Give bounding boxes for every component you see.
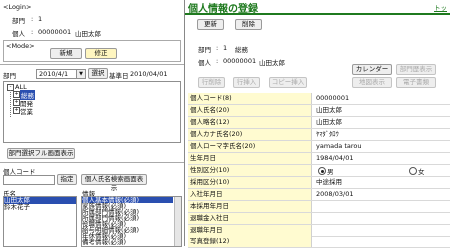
tree-expand-icon[interactable]: + [13, 99, 20, 106]
gender-female-label: 女 [418, 168, 425, 176]
list-item[interactable]: 鈴木花子 [4, 204, 30, 211]
tree-line [10, 90, 12, 117]
update-button[interactable]: 更新 [197, 19, 224, 30]
divider [0, 162, 184, 163]
e-doc-button[interactable]: 電子書類 [396, 77, 436, 88]
field-label: 生年月日 [188, 153, 312, 164]
field-value[interactable]: yamada tarou [316, 141, 361, 152]
base-date-label: 基準日 [109, 72, 129, 80]
field-label: 本採用年月日 [188, 201, 312, 212]
mode-title: <Mode> [6, 42, 35, 50]
mode-box: <Mode> 新規 修正 [3, 40, 181, 62]
field-label: 個人ローマ字氏名(20) [188, 141, 312, 152]
base-date-value: 2010/04/01 [130, 70, 168, 78]
left-panel: <Login> 部門 : 1 個人 : 00000001 山田太郎 <Mode>… [0, 0, 185, 247]
calendar-button[interactable]: カレンダー [352, 64, 392, 75]
select-button[interactable]: 選択 [88, 68, 108, 79]
top-link[interactable]: トッ [434, 2, 447, 12]
field-label: 退職金入社日 [188, 213, 312, 224]
table-row: 生年月日 1984/04/01 [188, 153, 450, 165]
edit-button[interactable]: 修正 [85, 48, 117, 59]
dept-colon: : [216, 44, 219, 52]
login-person-name: 山田太郎 [75, 30, 101, 38]
table-row: 個人コード(8) 00000001 [188, 93, 450, 105]
radio-female[interactable] [409, 167, 417, 175]
field-label: 写真登録(12) [188, 236, 312, 247]
table-row: 個人カナ氏名(20) ﾔﾏﾀﾞﾀﾛｳ [188, 129, 450, 141]
login-title: <Login> [3, 3, 32, 11]
dept-value: 1 [223, 44, 228, 52]
field-label: 個人氏名(20) [188, 105, 312, 116]
table-row: 退職金入社日 [188, 213, 450, 225]
table-row: 個人ローマ字氏名(20) yamada tarou [188, 141, 450, 153]
dept-full-screen-button[interactable]: 部門選択フル画面表示 [7, 148, 75, 159]
row-insert-button[interactable]: 行挿入 [233, 77, 260, 88]
field-label: 採用区分(10) [188, 177, 312, 188]
field-value[interactable]: 中途採用 [316, 177, 342, 188]
radio-male[interactable] [318, 167, 326, 175]
dept-name: 総務 [235, 46, 248, 54]
dept-label: 部門 [3, 72, 16, 80]
field-label: 性別区分(10) [188, 165, 312, 176]
name-list[interactable]: 山田太郎 鈴木花子 [3, 196, 77, 247]
table-row: 個人略名(12) 山田太郎 [188, 117, 450, 129]
field-value[interactable]: 山田太郎 [316, 105, 342, 116]
divider [0, 64, 184, 65]
copy-insert-button[interactable]: コピー挿入 [269, 77, 307, 88]
field-label: 個人略名(12) [188, 117, 312, 128]
name-search-button[interactable]: 個人氏名検索画面表示 [81, 174, 147, 192]
field-label: 退職年月日 [188, 225, 312, 236]
login-person-colon: : [31, 28, 34, 36]
dept-history-button[interactable]: 部門歴表示 [396, 64, 436, 75]
field-value[interactable]: 2008/03/01 [316, 189, 353, 200]
new-button[interactable]: 新規 [50, 48, 82, 59]
date-dropdown-icon[interactable]: ▼ [76, 69, 86, 79]
title-underline [185, 13, 450, 15]
table-row: 入社年月日 2008/03/01 [188, 189, 450, 201]
field-value[interactable]: 00000001 [316, 93, 349, 104]
person-code: 00000001 [223, 57, 257, 65]
login-dept-label: 部門 [12, 17, 25, 25]
info-list-scrollbar[interactable] [174, 197, 181, 246]
table-row: 本採用年月日 [188, 201, 450, 213]
tree-expand-icon[interactable]: + [13, 91, 20, 98]
table-row: 個人氏名(20) 山田太郎 [188, 105, 450, 117]
login-person-code: 00000001 [38, 28, 72, 36]
login-person-label: 個人 [12, 30, 25, 38]
tree-item[interactable]: 営業 [20, 106, 33, 116]
row-delete-button[interactable]: 行削除 [198, 77, 225, 88]
field-value[interactable]: 1984/04/01 [316, 153, 353, 164]
field-value[interactable]: 山田太郎 [316, 117, 342, 128]
field-value[interactable]: ﾔﾏﾀﾞﾀﾛｳ [316, 129, 339, 140]
dept-label: 部門 [198, 46, 211, 54]
person-name: 山田太郎 [259, 59, 285, 67]
table-row: 採用区分(10) 中途採用 [188, 177, 450, 189]
person-colon: : [216, 57, 219, 65]
field-label: 入社年月日 [188, 189, 312, 200]
field-label: 個人コード(8) [188, 93, 312, 104]
table-row: 写真登録(12) [188, 236, 450, 248]
radio-dot-icon [320, 169, 324, 173]
info-list[interactable]: 個人基本情報(必須) 家族情報(必須) 所属部門情報(必須) 所属部門情報(必須… [81, 196, 182, 247]
date-input[interactable]: 2010/4/1 [36, 69, 77, 79]
field-label: 個人カナ氏名(20) [188, 129, 312, 140]
map-button[interactable]: 地図表示 [352, 77, 392, 88]
login-dept-colon: : [31, 15, 34, 23]
gender-male-label: 男 [327, 168, 334, 176]
delete-button[interactable]: 削除 [235, 19, 262, 30]
person-label: 個人 [198, 59, 211, 67]
personal-code-input[interactable] [3, 175, 55, 185]
login-dept-value: 1 [38, 15, 43, 23]
dept-tree: - ALL + 総務 + 開発 + 営業 [3, 81, 181, 143]
list-item[interactable]: 備考情報(必須) [82, 239, 126, 246]
designate-button[interactable]: 指定 [57, 174, 77, 185]
tree-expand-icon[interactable]: + [13, 107, 20, 114]
table-row: 性別区分(10) 男 女 [188, 165, 450, 177]
